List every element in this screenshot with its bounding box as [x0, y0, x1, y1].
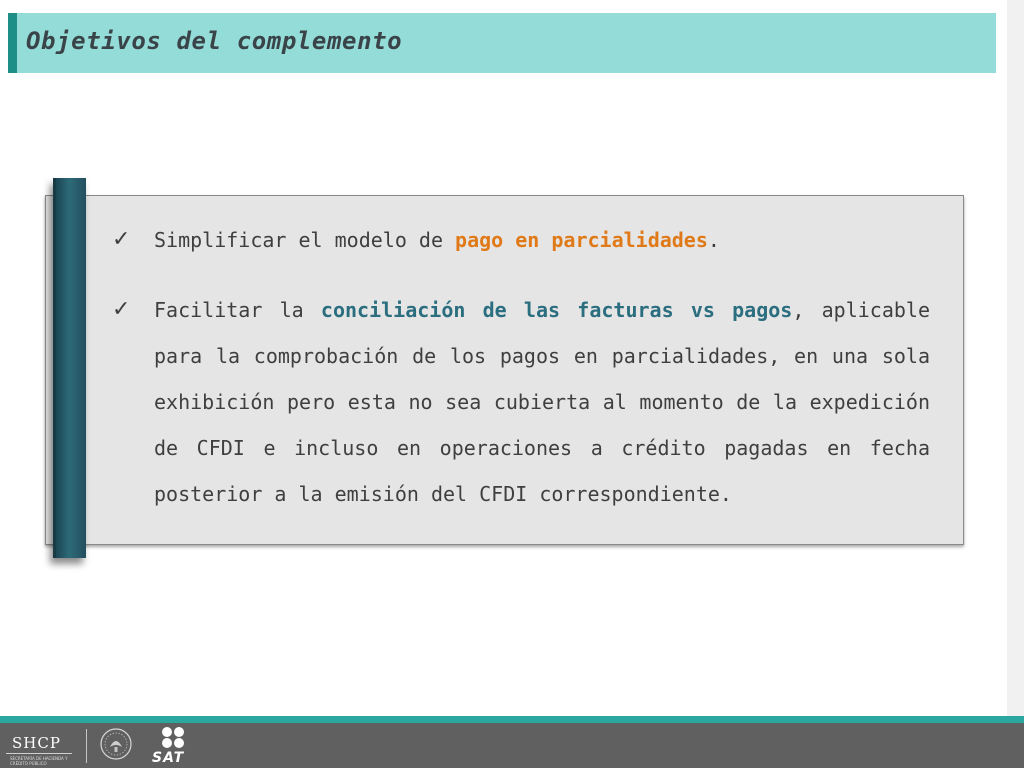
- shcp-logo-rule: [6, 753, 72, 754]
- bullet-2-rest: , aplicable para la comprobación de los …: [154, 298, 930, 506]
- bullet-1-highlight: pago en parcialidades: [455, 228, 708, 252]
- checkmark-icon: ✓: [112, 297, 131, 322]
- slide-title: Objetivos del complemento: [26, 27, 403, 55]
- shcp-logo-text: SHCP: [12, 734, 61, 752]
- footer: SHCP SECRETARÍA DE HACIENDA Y CRÉDITO PÚ…: [0, 723, 1024, 768]
- bullet-2-text: Facilitar la: [154, 298, 321, 322]
- mexico-coat-of-arms-icon: [100, 728, 132, 760]
- bullet-1-text: Simplificar el modelo de: [154, 228, 456, 252]
- checkmark-icon: ✓: [112, 227, 131, 252]
- bullet-2-highlight: conciliación de las facturas vs pagos: [320, 298, 793, 322]
- title-bar: Objetivos del complemento: [8, 13, 996, 73]
- right-edge-strip: [1007, 0, 1024, 716]
- bullet-item-1: ✓ Simplificar el modelo de pago en parci…: [112, 218, 930, 262]
- shcp-logo-subtitle: SECRETARÍA DE HACIENDA Y CRÉDITO PÚBLICO: [10, 756, 68, 766]
- sat-logo-text: SAT: [152, 750, 185, 766]
- decorative-side-bar: [53, 178, 86, 558]
- bullet-list: ✓ Simplificar el modelo de pago en parci…: [112, 218, 930, 517]
- bullet-1-end: .: [707, 228, 720, 252]
- bullet-item-2: ✓ Facilitar la conciliación de las factu…: [112, 287, 930, 517]
- footer-accent-line: [0, 716, 1024, 723]
- footer-divider: [86, 729, 87, 763]
- title-accent: [8, 13, 17, 73]
